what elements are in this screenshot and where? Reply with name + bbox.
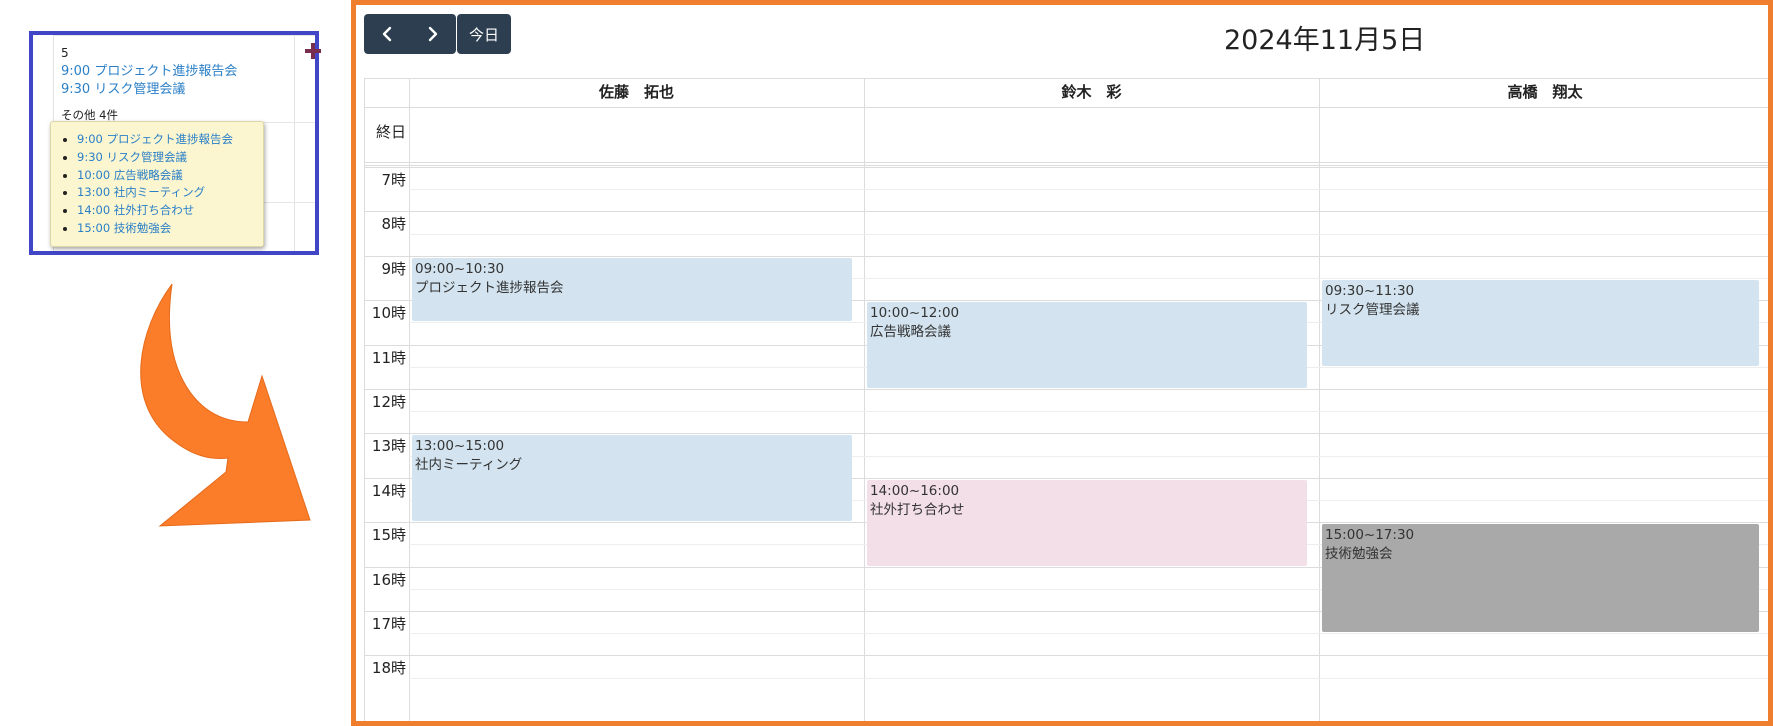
grid-line (864, 78, 865, 721)
day-number[interactable]: 5 (61, 46, 69, 60)
hour-label: 13時 (371, 437, 406, 456)
allday-label: 終日 (375, 123, 406, 141)
half-hour-line (409, 677, 1768, 679)
calendar-title: 2024年11月5日 (1224, 25, 1426, 56)
plus-icon[interactable] (305, 43, 321, 59)
event-time: 10:00~12:00 (870, 305, 960, 322)
calendar-event[interactable]: 09:00~10:30 プロジェクト進捗報告会 (412, 257, 852, 322)
grid-line (364, 165, 1768, 166)
hour-line (364, 167, 1768, 168)
chevron-right-icon (428, 26, 438, 42)
prev-button[interactable] (364, 14, 410, 54)
calendar-event[interactable]: 15:00~17:30 技術勉強会 (1322, 524, 1759, 633)
next-button[interactable] (410, 14, 456, 54)
hour-label: 9時 (381, 259, 406, 278)
month-event-link[interactable]: 9:00 プロジェクト進捗報告会 (61, 60, 237, 79)
popover-event-list: 9:00 プロジェクト進捗報告会 9:30 リスク管理会議 10:00 広告戦略… (51, 122, 263, 238)
month-event-link[interactable]: 9:30 リスク管理会議 (61, 78, 185, 97)
more-events-popover: 9:00 プロジェクト進捗報告会 9:30 リスク管理会議 10:00 広告戦略… (50, 121, 264, 247)
hour-label: 18時 (371, 659, 406, 678)
calendar-event[interactable]: 10:00~12:00 広告戦略会議 (867, 302, 1307, 388)
chevron-left-icon (382, 26, 392, 42)
hour-label: 8時 (381, 215, 406, 234)
popover-event-item[interactable]: 15:00 技術勉強会 (77, 220, 263, 238)
resource-header: 高橋 翔太 (1507, 83, 1583, 101)
resource-header: 鈴木 彩 (1061, 83, 1122, 101)
hour-label: 11時 (371, 348, 406, 367)
month-day-cell-preview: 5 9:00 プロジェクト進捗報告会 9:30 リスク管理会議 その他 4件 9… (29, 31, 321, 255)
event-time: 14:00~16:00 (870, 482, 960, 499)
popover-event-item[interactable]: 10:00 広告戦略会議 (77, 167, 263, 185)
hour-label: 14時 (371, 481, 406, 500)
grid-line (364, 162, 1768, 163)
curved-arrow-icon (140, 283, 311, 527)
popover-event-item[interactable]: 9:30 リスク管理会議 (77, 149, 263, 167)
event-time: 09:30~11:30 (1325, 283, 1415, 299)
calendar-nav-group (364, 14, 456, 54)
event-time: 15:00~17:30 (1325, 527, 1415, 544)
hour-line (364, 433, 1768, 435)
popover-event-item[interactable]: 13:00 社内ミーティング (77, 184, 263, 202)
hour-label: 7時 (381, 171, 406, 189)
popover-event-item[interactable]: 14:00 社外打ち合わせ (77, 202, 263, 220)
resource-header: 佐藤 拓也 (598, 83, 674, 101)
grid-line (364, 107, 1768, 108)
hour-label: 16時 (371, 570, 406, 589)
hour-label: 12時 (371, 393, 406, 411)
calendar-event[interactable]: 09:30~11:30 リスク管理会議 (1322, 280, 1759, 366)
half-hour-line (409, 411, 1768, 413)
event-title: 広告戦略会議 (870, 324, 951, 341)
hour-label: 15時 (371, 526, 406, 545)
hour-label: 17時 (371, 615, 406, 633)
calendar-event[interactable]: 14:00~16:00 社外打ち合わせ (867, 479, 1307, 566)
grid-line (1771, 78, 1772, 726)
event-title: 技術勉強会 (1325, 546, 1393, 563)
cell-divider (53, 35, 315, 36)
calendar-event[interactable]: 13:00~15:00 社内ミーティング (412, 435, 852, 522)
event-title: 社内ミーティング (415, 457, 523, 474)
hour-label: 10時 (371, 304, 406, 323)
event-time: 13:00~15:00 (415, 438, 505, 455)
today-button[interactable]: 今日 (457, 14, 511, 54)
hour-line (364, 255, 1768, 257)
grid-line (1319, 78, 1320, 721)
hour-line (364, 211, 1768, 213)
half-hour-line (409, 189, 1768, 191)
event-time: 09:00~10:30 (415, 260, 505, 277)
popover-event-item[interactable]: 9:00 プロジェクト進捗報告会 (77, 131, 263, 149)
half-hour-line (409, 233, 1768, 235)
event-title: 社外打ち合わせ (870, 501, 965, 518)
grid-line (409, 78, 410, 721)
event-title: プロジェクト進捗報告会 (415, 279, 564, 296)
event-title: リスク管理会議 (1325, 302, 1420, 318)
hour-line (364, 655, 1768, 657)
resource-day-calendar: 今日 2024年11月5日 佐藤 拓也 鈴木 彩 高橋 翔太 終日 7時 8時 9時… (351, 0, 1773, 726)
hour-line (364, 389, 1768, 390)
half-hour-line (409, 633, 1768, 635)
calendar-grid: 佐藤 拓也 鈴木 彩 高橋 翔太 終日 7時 8時 9時 10時 11時 12時 13時 14… (364, 78, 1772, 726)
